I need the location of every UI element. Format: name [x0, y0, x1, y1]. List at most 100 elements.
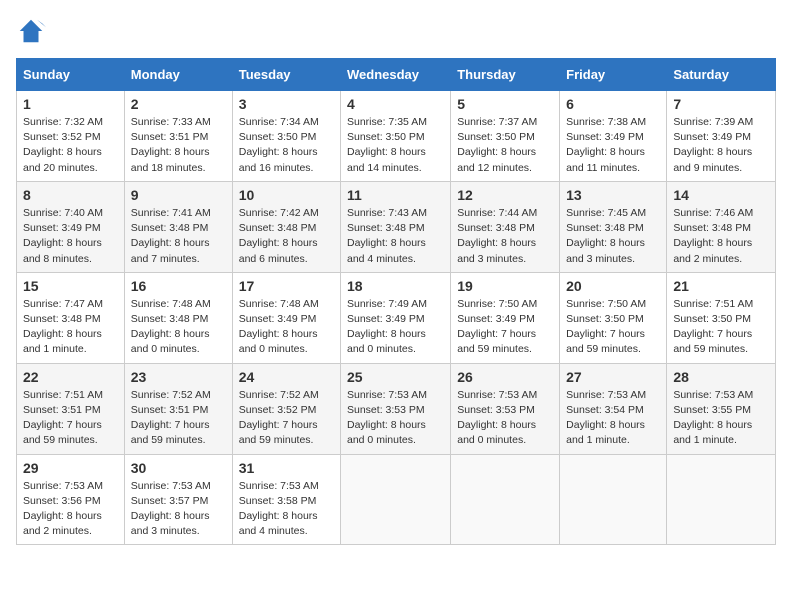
header-monday: Monday: [124, 59, 232, 91]
day-info: Sunrise: 7:53 AMSunset: 3:54 PMDaylight:…: [566, 388, 660, 449]
calendar-day-cell: [560, 454, 667, 545]
day-number: 10: [239, 187, 334, 203]
day-info: Sunrise: 7:37 AMSunset: 3:50 PMDaylight:…: [457, 115, 553, 176]
page-header: [16, 16, 776, 46]
day-number: 12: [457, 187, 553, 203]
day-info: Sunrise: 7:49 AMSunset: 3:49 PMDaylight:…: [347, 297, 444, 358]
day-number: 26: [457, 369, 553, 385]
day-number: 24: [239, 369, 334, 385]
calendar-day-cell: 26 Sunrise: 7:53 AMSunset: 3:53 PMDayligh…: [451, 363, 560, 454]
day-info: Sunrise: 7:53 AMSunset: 3:57 PMDaylight:…: [131, 479, 226, 540]
calendar-day-cell: 25 Sunrise: 7:53 AMSunset: 3:53 PMDayligh…: [341, 363, 451, 454]
day-number: 9: [131, 187, 226, 203]
calendar-day-cell: 4 Sunrise: 7:35 AMSunset: 3:50 PMDaylight…: [341, 91, 451, 182]
day-info: Sunrise: 7:51 AMSunset: 3:50 PMDaylight:…: [673, 297, 769, 358]
calendar-day-cell: 5 Sunrise: 7:37 AMSunset: 3:50 PMDaylight…: [451, 91, 560, 182]
day-number: 29: [23, 460, 118, 476]
calendar-day-cell: 21 Sunrise: 7:51 AMSunset: 3:50 PMDayligh…: [667, 272, 776, 363]
calendar-day-cell: 30Sunrise: 7:53 AMSunset: 3:57 PMDayligh…: [124, 454, 232, 545]
day-number: 11: [347, 187, 444, 203]
calendar-day-cell: 17 Sunrise: 7:48 AMSunset: 3:49 PMDayligh…: [232, 272, 340, 363]
calendar-day-cell: 22 Sunrise: 7:51 AMSunset: 3:51 PMDayligh…: [17, 363, 125, 454]
day-info: Sunrise: 7:41 AMSunset: 3:48 PMDaylight:…: [131, 206, 226, 267]
day-info: Sunrise: 7:33 AMSunset: 3:51 PMDaylight:…: [131, 115, 226, 176]
day-number: 13: [566, 187, 660, 203]
logo: [16, 16, 50, 46]
day-info: Sunrise: 7:43 AMSunset: 3:48 PMDaylight:…: [347, 206, 444, 267]
day-number: 7: [673, 96, 769, 112]
calendar-week-row: 22 Sunrise: 7:51 AMSunset: 3:51 PMDayligh…: [17, 363, 776, 454]
day-info: Sunrise: 7:47 AMSunset: 3:48 PMDaylight:…: [23, 297, 118, 358]
calendar-day-cell: 14Sunrise: 7:46 AMSunset: 3:48 PMDayligh…: [667, 181, 776, 272]
calendar-day-cell: 8 Sunrise: 7:40 AMSunset: 3:49 PMDaylight…: [17, 181, 125, 272]
day-info: Sunrise: 7:40 AMSunset: 3:49 PMDaylight:…: [23, 206, 118, 267]
calendar-day-cell: 1 Sunrise: 7:32 AMSunset: 3:52 PMDaylight…: [17, 91, 125, 182]
day-info: Sunrise: 7:50 AMSunset: 3:49 PMDaylight:…: [457, 297, 553, 358]
calendar-day-cell: 28 Sunrise: 7:53 AMSunset: 3:55 PMDayligh…: [667, 363, 776, 454]
day-info: Sunrise: 7:51 AMSunset: 3:51 PMDaylight:…: [23, 388, 118, 449]
day-number: 3: [239, 96, 334, 112]
calendar-day-cell: [341, 454, 451, 545]
calendar-day-cell: 9 Sunrise: 7:41 AMSunset: 3:48 PMDaylight…: [124, 181, 232, 272]
day-info: Sunrise: 7:48 AMSunset: 3:49 PMDaylight:…: [239, 297, 334, 358]
calendar-day-cell: 19Sunrise: 7:50 AMSunset: 3:49 PMDayligh…: [451, 272, 560, 363]
calendar-day-cell: 11 Sunrise: 7:43 AMSunset: 3:48 PMDayligh…: [341, 181, 451, 272]
day-info: Sunrise: 7:48 AMSunset: 3:48 PMDaylight:…: [131, 297, 226, 358]
day-number: 21: [673, 278, 769, 294]
day-info: Sunrise: 7:46 AMSunset: 3:48 PMDaylight:…: [673, 206, 769, 267]
day-info: Sunrise: 7:39 AMSunset: 3:49 PMDaylight:…: [673, 115, 769, 176]
header-thursday: Thursday: [451, 59, 560, 91]
day-number: 22: [23, 369, 118, 385]
day-info: Sunrise: 7:44 AMSunset: 3:48 PMDaylight:…: [457, 206, 553, 267]
calendar-day-cell: 12 Sunrise: 7:44 AMSunset: 3:48 PMDayligh…: [451, 181, 560, 272]
calendar-day-cell: 7 Sunrise: 7:39 AMSunset: 3:49 PMDaylight…: [667, 91, 776, 182]
calendar-day-cell: 29 Sunrise: 7:53 AMSunset: 3:56 PMDayligh…: [17, 454, 125, 545]
calendar-table: SundayMondayTuesdayWednesdayThursdayFrid…: [16, 58, 776, 545]
calendar-day-cell: 15 Sunrise: 7:47 AMSunset: 3:48 PMDayligh…: [17, 272, 125, 363]
calendar-header-row: SundayMondayTuesdayWednesdayThursdayFrid…: [17, 59, 776, 91]
day-info: Sunrise: 7:53 AMSunset: 3:56 PMDaylight:…: [23, 479, 118, 540]
day-number: 4: [347, 96, 444, 112]
header-sunday: Sunday: [17, 59, 125, 91]
day-number: 8: [23, 187, 118, 203]
day-info: Sunrise: 7:50 AMSunset: 3:50 PMDaylight:…: [566, 297, 660, 358]
day-number: 15: [23, 278, 118, 294]
calendar-day-cell: [667, 454, 776, 545]
logo-icon: [16, 16, 46, 46]
day-info: Sunrise: 7:34 AMSunset: 3:50 PMDaylight:…: [239, 115, 334, 176]
day-info: Sunrise: 7:52 AMSunset: 3:51 PMDaylight:…: [131, 388, 226, 449]
calendar-day-cell: 18 Sunrise: 7:49 AMSunset: 3:49 PMDayligh…: [341, 272, 451, 363]
calendar-day-cell: 20 Sunrise: 7:50 AMSunset: 3:50 PMDayligh…: [560, 272, 667, 363]
calendar-week-row: 8 Sunrise: 7:40 AMSunset: 3:49 PMDaylight…: [17, 181, 776, 272]
calendar-day-cell: 6Sunrise: 7:38 AMSunset: 3:49 PMDaylight…: [560, 91, 667, 182]
day-number: 17: [239, 278, 334, 294]
calendar-day-cell: 16 Sunrise: 7:48 AMSunset: 3:48 PMDayligh…: [124, 272, 232, 363]
day-info: Sunrise: 7:53 AMSunset: 3:53 PMDaylight:…: [457, 388, 553, 449]
day-number: 20: [566, 278, 660, 294]
day-info: Sunrise: 7:53 AMSunset: 3:58 PMDaylight:…: [239, 479, 334, 540]
day-info: Sunrise: 7:38 AMSunset: 3:49 PMDaylight:…: [566, 115, 660, 176]
calendar-week-row: 1 Sunrise: 7:32 AMSunset: 3:52 PMDaylight…: [17, 91, 776, 182]
day-number: 27: [566, 369, 660, 385]
calendar-day-cell: 23 Sunrise: 7:52 AMSunset: 3:51 PMDayligh…: [124, 363, 232, 454]
day-number: 16: [131, 278, 226, 294]
header-friday: Friday: [560, 59, 667, 91]
day-number: 23: [131, 369, 226, 385]
day-info: Sunrise: 7:32 AMSunset: 3:52 PMDaylight:…: [23, 115, 118, 176]
day-number: 1: [23, 96, 118, 112]
day-number: 28: [673, 369, 769, 385]
calendar-day-cell: 13 Sunrise: 7:45 AMSunset: 3:48 PMDayligh…: [560, 181, 667, 272]
header-wednesday: Wednesday: [341, 59, 451, 91]
calendar-day-cell: [451, 454, 560, 545]
day-info: Sunrise: 7:53 AMSunset: 3:55 PMDaylight:…: [673, 388, 769, 449]
calendar-day-cell: 2Sunrise: 7:33 AMSunset: 3:51 PMDaylight…: [124, 91, 232, 182]
calendar-day-cell: 24 Sunrise: 7:52 AMSunset: 3:52 PMDayligh…: [232, 363, 340, 454]
day-number: 25: [347, 369, 444, 385]
day-info: Sunrise: 7:53 AMSunset: 3:53 PMDaylight:…: [347, 388, 444, 449]
day-info: Sunrise: 7:42 AMSunset: 3:48 PMDaylight:…: [239, 206, 334, 267]
day-info: Sunrise: 7:45 AMSunset: 3:48 PMDaylight:…: [566, 206, 660, 267]
day-number: 5: [457, 96, 553, 112]
day-info: Sunrise: 7:35 AMSunset: 3:50 PMDaylight:…: [347, 115, 444, 176]
day-number: 18: [347, 278, 444, 294]
day-info: Sunrise: 7:52 AMSunset: 3:52 PMDaylight:…: [239, 388, 334, 449]
